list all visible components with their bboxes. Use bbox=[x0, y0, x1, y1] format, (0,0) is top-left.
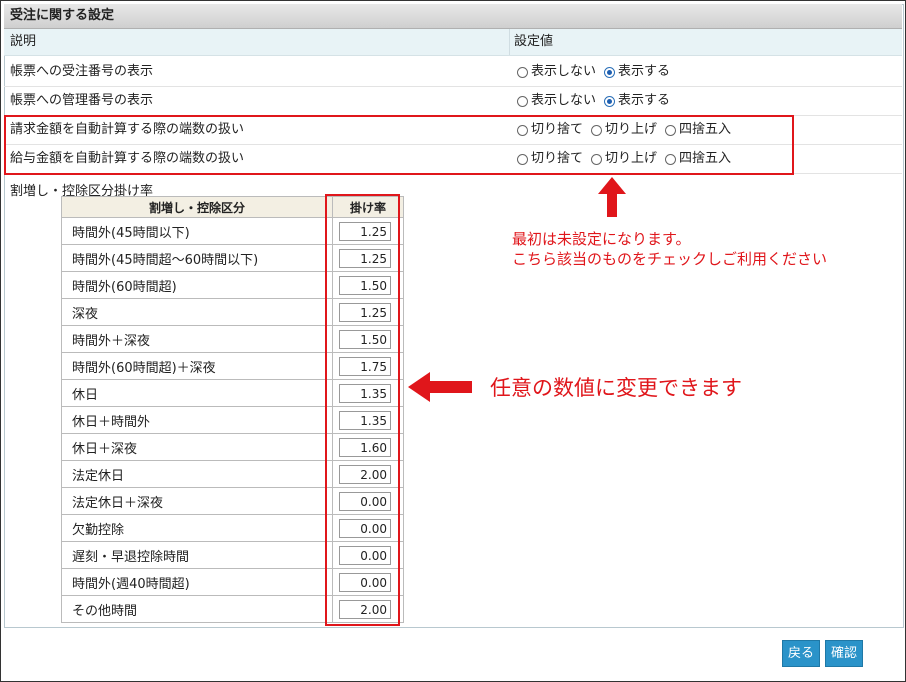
rate-category: 遅刻・早退控除時間 bbox=[61, 541, 333, 569]
rate-category: 深夜 bbox=[61, 298, 333, 326]
rate-category: 時間外(60時間超)＋深夜 bbox=[61, 352, 333, 380]
arrow-up-icon bbox=[598, 177, 626, 217]
radio-annotation: 最初は未設定になります。 こちら該当のものをチェックしご利用ください bbox=[512, 229, 827, 269]
radio-button[interactable] bbox=[604, 66, 616, 78]
radio-annotation-line1: 最初は未設定になります。 bbox=[512, 230, 691, 248]
rate-category: 法定休日＋深夜 bbox=[61, 487, 333, 515]
radio-option[interactable]: 表示しない bbox=[517, 58, 596, 86]
back-button[interactable]: 戻る bbox=[782, 640, 820, 667]
rate-category: 法定休日 bbox=[61, 460, 333, 488]
rate-category: 休日＋深夜 bbox=[61, 433, 333, 461]
rate-category: 時間外(45時間超～60時間以下) bbox=[61, 244, 333, 272]
radio-option-label: 表示する bbox=[618, 93, 671, 108]
rate-category: 時間外(45時間以下) bbox=[61, 217, 333, 245]
section-title: 受注に関する設定 bbox=[4, 4, 902, 29]
rate-category: 休日 bbox=[61, 379, 333, 407]
rates-header-category: 割増し・控除区分 bbox=[61, 196, 333, 218]
rate-category: 時間外(週40時間超) bbox=[61, 568, 333, 596]
radio-option-label: 表示しない bbox=[531, 64, 597, 79]
header-description: 説明 bbox=[10, 34, 37, 49]
radio-group: 表示しない 表示する bbox=[517, 58, 678, 86]
radio-option[interactable]: 表示する bbox=[604, 58, 670, 86]
setting-label: 帳票への受注番号の表示 bbox=[10, 64, 154, 79]
rates-annotation: 任意の数値に変更できます bbox=[490, 376, 742, 400]
radio-button[interactable] bbox=[517, 66, 528, 78]
radio-option[interactable]: 表示する bbox=[604, 87, 670, 115]
radio-option-label: 表示しない bbox=[531, 93, 597, 108]
radio-button[interactable] bbox=[517, 95, 528, 107]
rounding-highlight-box bbox=[4, 115, 794, 175]
radio-button[interactable] bbox=[604, 95, 616, 107]
rate-category: 時間外(60時間超) bbox=[61, 271, 333, 299]
setting-label: 帳票への管理番号の表示 bbox=[10, 93, 154, 108]
setting-row: 帳票への管理番号の表示 表示しない 表示する bbox=[4, 87, 902, 116]
rates-highlight-box bbox=[325, 194, 400, 626]
table-header: 説明 設定値 bbox=[4, 29, 902, 56]
confirm-button[interactable]: 確認 bbox=[825, 640, 863, 667]
arrow-left-icon bbox=[408, 372, 472, 402]
rate-category: 時間外＋深夜 bbox=[61, 325, 333, 353]
radio-group: 表示しない 表示する bbox=[517, 87, 678, 115]
setting-row: 帳票への受注番号の表示 表示しない 表示する bbox=[4, 58, 902, 87]
rate-category: 欠勤控除 bbox=[61, 514, 333, 542]
header-divider bbox=[509, 29, 510, 55]
radio-option-label: 表示する bbox=[618, 64, 671, 79]
header-setting-value: 設定値 bbox=[514, 34, 554, 49]
radio-option[interactable]: 表示しない bbox=[517, 87, 596, 115]
rate-category: 休日＋時間外 bbox=[61, 406, 333, 434]
rate-category: その他時間 bbox=[61, 595, 333, 623]
radio-annotation-line2: こちら該当のものをチェックしご利用ください bbox=[512, 250, 828, 268]
